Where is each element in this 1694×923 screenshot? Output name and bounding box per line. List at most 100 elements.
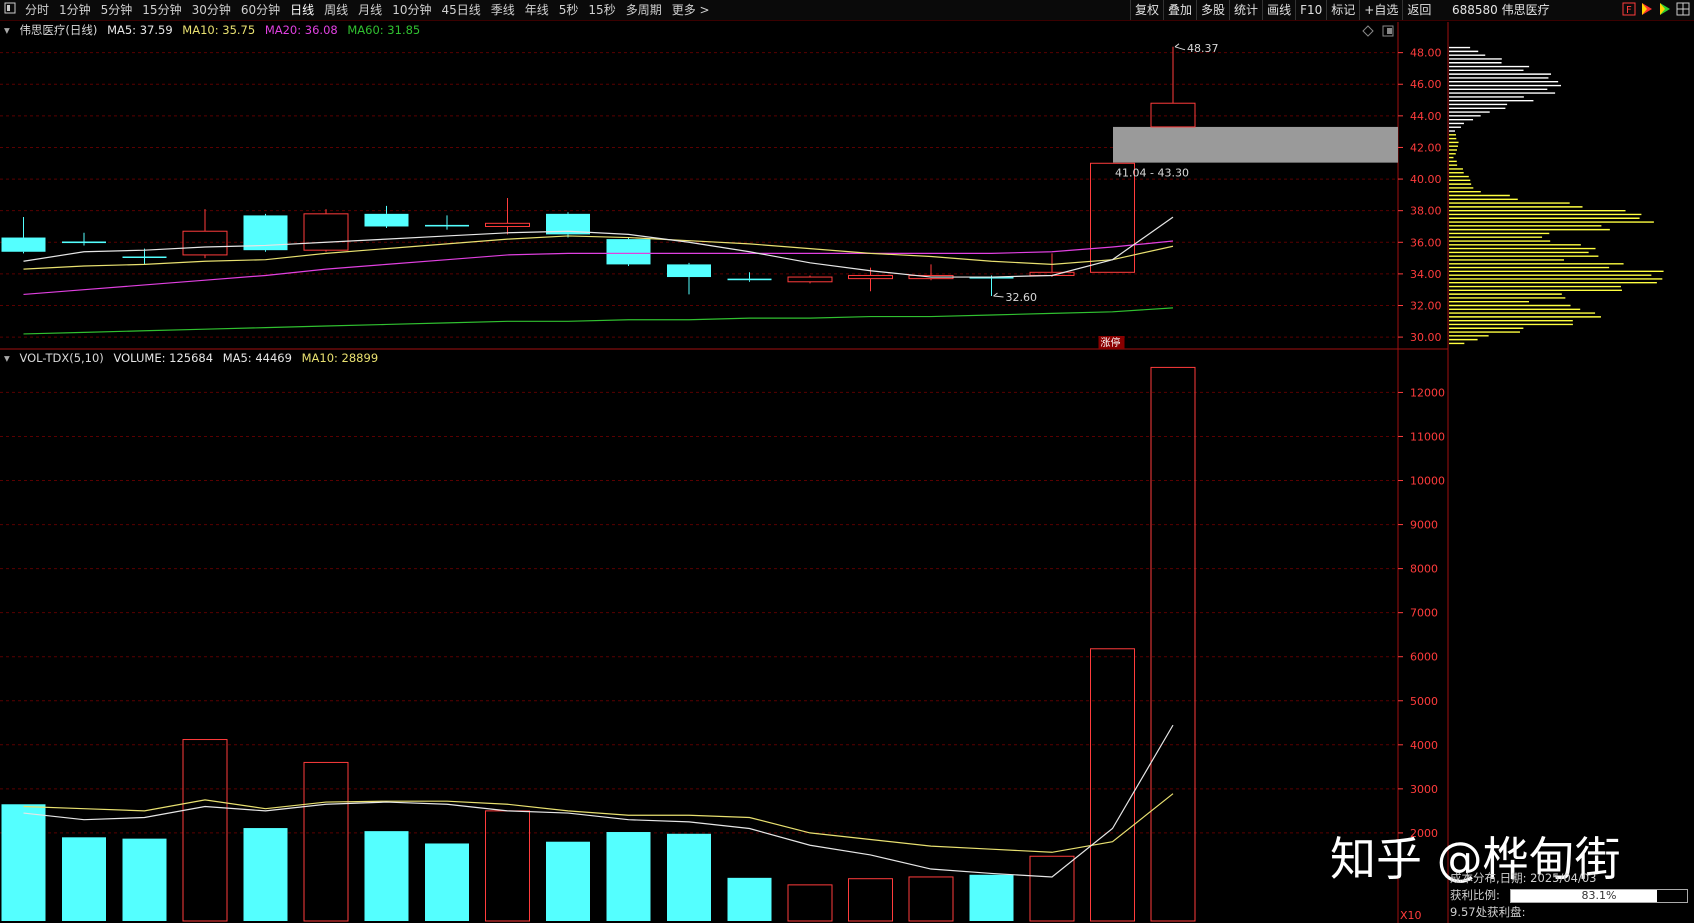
grid-icon[interactable] bbox=[1676, 2, 1690, 16]
volume-bar bbox=[727, 877, 772, 921]
price-tick-label: 34.00 bbox=[1410, 268, 1442, 281]
candle-body bbox=[62, 241, 106, 244]
volume-bar bbox=[425, 843, 469, 921]
period-tab[interactable]: 年线 bbox=[520, 0, 554, 20]
volume-ma-lines bbox=[23, 724, 1174, 878]
toolbar-button[interactable]: 统计 bbox=[1229, 0, 1262, 20]
candle-body bbox=[787, 276, 833, 283]
ma20-value: MA20: 36.08 bbox=[264, 23, 338, 37]
volume-bar bbox=[787, 884, 833, 922]
play-red-icon[interactable] bbox=[1640, 2, 1654, 16]
price-tick-label: 46.00 bbox=[1410, 78, 1442, 91]
stock-chart[interactable]: 30.00 32.00 34.00 36.00 38.00 40.00 42.00 44.00… bbox=[0, 0, 1694, 923]
period-tab[interactable]: 更多 > bbox=[667, 0, 715, 20]
price-tick-label: 40.00 bbox=[1410, 173, 1442, 186]
volume-bar bbox=[969, 874, 1014, 921]
candle-body bbox=[606, 239, 651, 265]
toolbar-button[interactable]: 标记 bbox=[1326, 0, 1359, 20]
price-tick-label: 48.00 bbox=[1410, 47, 1442, 60]
chart-name: 伟思医疗(日线) bbox=[19, 23, 98, 37]
candle-body bbox=[182, 230, 228, 256]
profit-ratio-bar: 83.1% bbox=[1510, 889, 1688, 903]
volume-ma10-line bbox=[23, 793, 1174, 853]
legend-collapse-icon[interactable]: ▾ bbox=[4, 23, 10, 37]
candle-body bbox=[425, 224, 469, 227]
toolbar-button[interactable]: 复权 bbox=[1130, 0, 1163, 20]
volume-tick-label: 7000 bbox=[1410, 607, 1438, 620]
candle-body bbox=[303, 213, 349, 251]
period-tab[interactable]: 月线 bbox=[353, 0, 387, 20]
ma5-line bbox=[23, 216, 1174, 278]
toolbar-button[interactable]: 画线 bbox=[1262, 0, 1295, 20]
period-tab[interactable]: 10分钟 bbox=[387, 0, 436, 20]
toolbar-button[interactable]: 返回 bbox=[1402, 0, 1435, 20]
ma10-value: MA10: 35.75 bbox=[182, 23, 256, 37]
volume-bar bbox=[546, 841, 590, 921]
period-tab[interactable]: 30分钟 bbox=[187, 0, 236, 20]
period-tab[interactable]: 15分钟 bbox=[137, 0, 186, 20]
play-green-icon[interactable] bbox=[1658, 2, 1672, 16]
price-tick-label: 32.00 bbox=[1410, 299, 1442, 312]
period-tab[interactable]: 45日线 bbox=[436, 0, 485, 20]
toolbar-button[interactable]: F10 bbox=[1295, 0, 1326, 20]
period-tab[interactable]: 日线 bbox=[285, 0, 319, 20]
high-price-pointer bbox=[1174, 43, 1186, 51]
menu-icon[interactable] bbox=[0, 0, 20, 20]
price-tick-label: 42.00 bbox=[1410, 141, 1442, 154]
period-toolbar: 分时 1分钟 5分钟 15分钟 30分钟 60分钟 日线 周线 月线 10分钟 45日线 季线 年线 5秒… bbox=[0, 0, 1694, 21]
period-tab[interactable]: 1分钟 bbox=[54, 0, 96, 20]
period-tab[interactable]: 60分钟 bbox=[236, 0, 285, 20]
volume-tick-label: 10000 bbox=[1410, 475, 1445, 488]
volume-bar bbox=[485, 810, 530, 922]
period-tab[interactable]: 分时 bbox=[20, 0, 54, 20]
ma-legend: ▾ 伟思医疗(日线) MA5: 37.59 MA10: 35.75 MA20: … bbox=[4, 22, 426, 38]
volume-bar bbox=[1, 804, 46, 921]
period-tab[interactable]: 多周期 bbox=[621, 0, 667, 20]
profit-ratio-value: 83.1% bbox=[1581, 889, 1617, 902]
chip-distribution bbox=[1449, 46, 1664, 345]
period-tab[interactable]: 5秒 bbox=[554, 0, 584, 20]
volume-bar bbox=[243, 828, 288, 921]
period-tab[interactable]: 周线 bbox=[319, 0, 353, 20]
svg-text:F: F bbox=[1626, 5, 1632, 16]
period-tab[interactable]: 5分钟 bbox=[96, 0, 138, 20]
low-price-pointer bbox=[993, 292, 1004, 298]
toolbar-button[interactable]: 叠加 bbox=[1163, 0, 1196, 20]
stock-title: 688580 伟思医疗 bbox=[1452, 3, 1550, 17]
period-tab[interactable]: 15秒 bbox=[583, 0, 620, 20]
period-tab[interactable]: 季线 bbox=[486, 0, 520, 20]
ma-lines bbox=[23, 216, 1174, 335]
candle-body bbox=[667, 264, 711, 278]
window-toggle-icon-inner bbox=[1387, 28, 1392, 34]
toolbar-button[interactable]: 多股 bbox=[1196, 0, 1229, 20]
candle-body bbox=[1, 237, 46, 252]
ma60-value: MA60: 31.85 bbox=[347, 23, 421, 37]
volume-bar bbox=[122, 838, 167, 921]
volume-bar bbox=[364, 831, 409, 921]
volume-bar bbox=[606, 832, 651, 921]
period-tabs: 分时 1分钟 5分钟 15分钟 30分钟 60分钟 日线 周线 月线 10分钟 45日线 季线 年线 5秒… bbox=[20, 0, 715, 20]
volume-tick-label: 11000 bbox=[1410, 430, 1445, 443]
volume-tick-label: 3000 bbox=[1410, 783, 1438, 796]
price-tick-label: 44.00 bbox=[1410, 110, 1442, 123]
volume-ma5-value: MA5: 44469 bbox=[222, 351, 292, 365]
cost-date: 成本分布,日期: 2025/04/03 bbox=[1450, 871, 1597, 885]
diamond-icon[interactable] bbox=[1362, 25, 1374, 37]
price-tick-label: 30.00 bbox=[1410, 331, 1442, 344]
limit-up-tag: 涨停 bbox=[1101, 336, 1121, 349]
price-gridlines bbox=[0, 52, 1398, 338]
volume-unit-label: X10 bbox=[1400, 909, 1422, 922]
volume-axis-ticks: 2000300040005000600070008000900010000110… bbox=[1398, 386, 1445, 840]
volume-tick-label: 9000 bbox=[1410, 519, 1438, 532]
candle-body bbox=[122, 256, 167, 259]
volume-tick-label: 12000 bbox=[1410, 386, 1445, 399]
volume-bar bbox=[1150, 366, 1196, 922]
f-icon[interactable]: F bbox=[1622, 2, 1636, 16]
price-axis-ticks: 30.00 32.00 34.00 36.00 38.00 40.00 42.00 44.00… bbox=[1398, 47, 1442, 344]
volume-bars bbox=[1, 366, 1196, 922]
volume-bar bbox=[667, 833, 711, 921]
volume-value: VOLUME: 125684 bbox=[113, 351, 214, 365]
candle-body bbox=[364, 213, 409, 227]
legend-collapse-icon[interactable]: ▾ bbox=[4, 351, 10, 365]
toolbar-button[interactable]: +自选 bbox=[1359, 0, 1402, 20]
